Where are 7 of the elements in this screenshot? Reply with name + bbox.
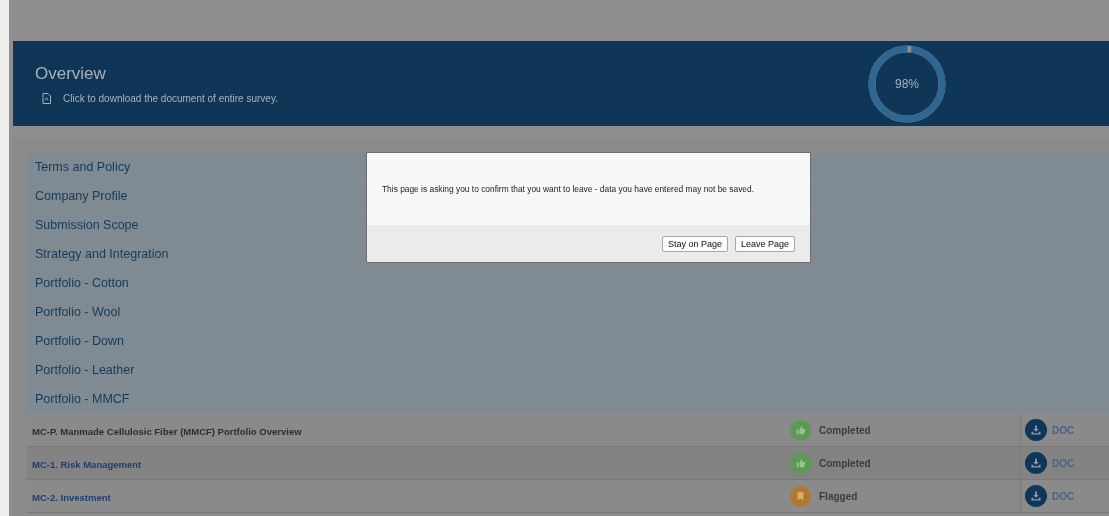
- item-title: MC-P. Manmade Cellulosic Fiber (MMCF) Portfolio Overview: [31, 426, 302, 437]
- progress-percent: 98%: [895, 77, 919, 91]
- overview-title: Overview: [35, 63, 106, 84]
- status-label: Completed: [819, 424, 871, 436]
- status-label: Completed: [819, 457, 871, 469]
- status-label: Flagged: [819, 490, 858, 502]
- dialog-message: This page is asking you to confirm that you want to leave - data you have entered may not be saved.: [382, 184, 754, 194]
